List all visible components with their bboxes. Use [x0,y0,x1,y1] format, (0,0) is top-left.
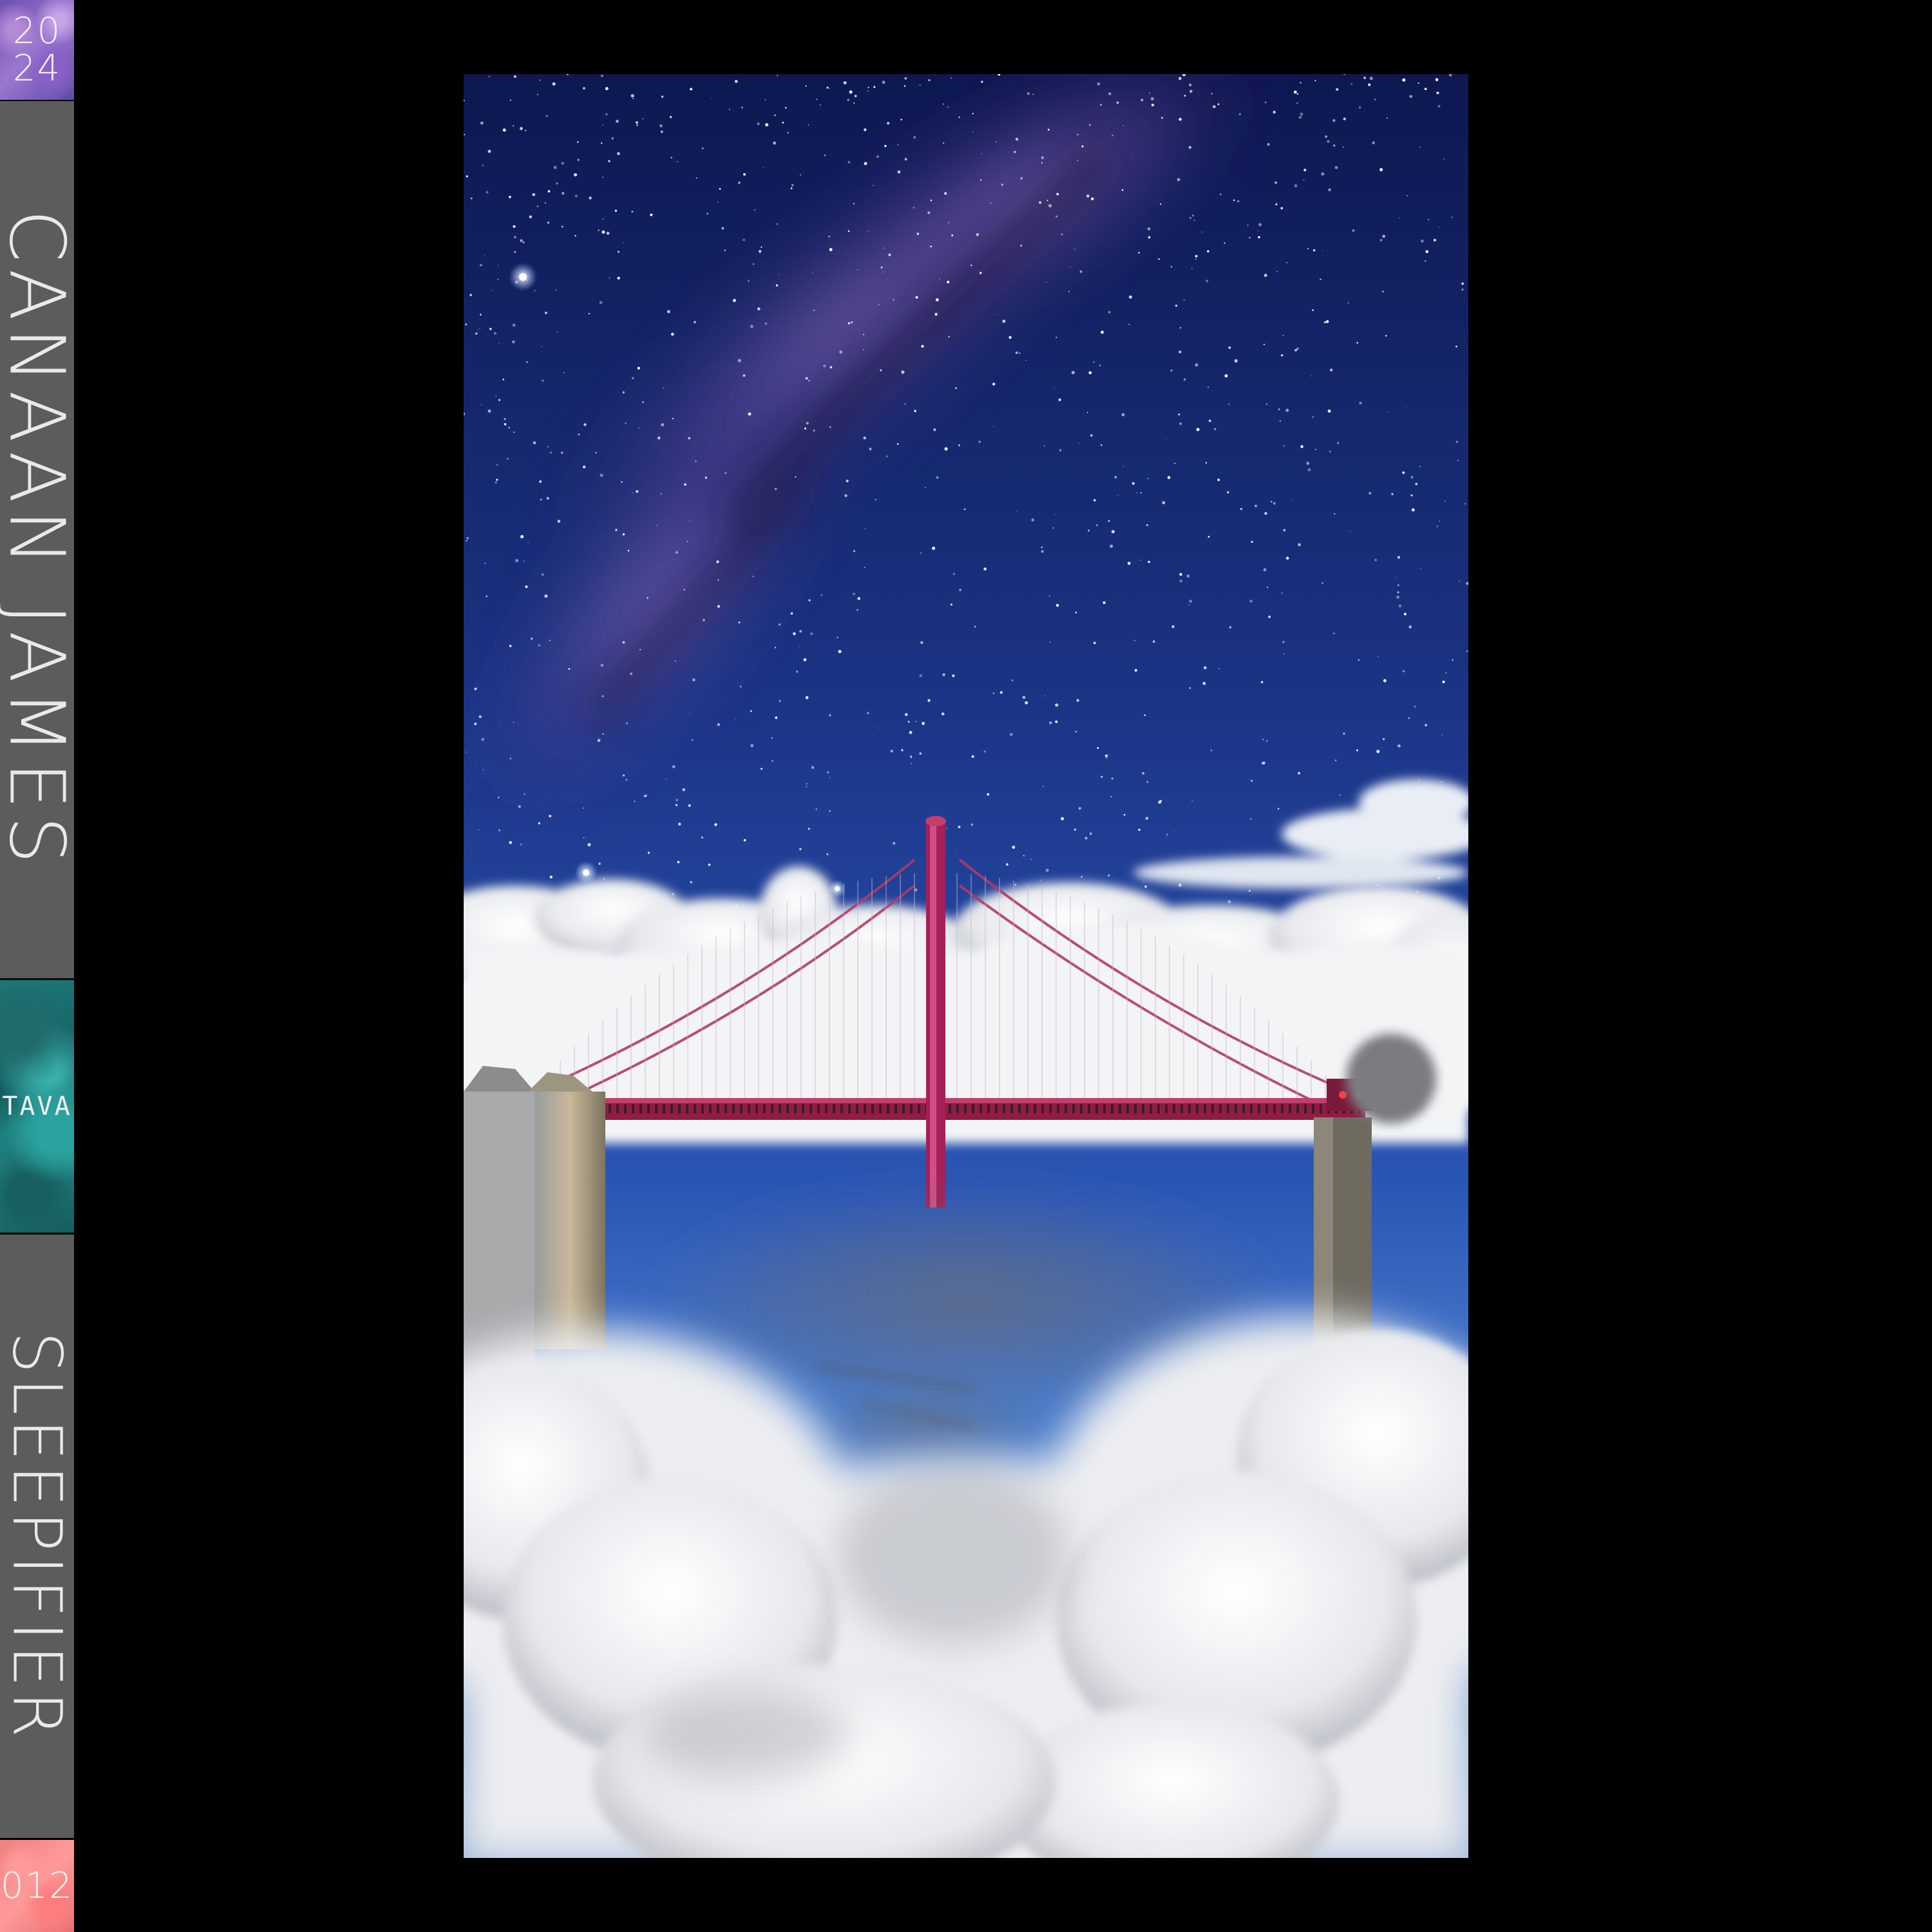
label-name: TAVA [2,1092,72,1121]
year-bottom-text: 24 [12,47,62,90]
year-tile: 20 24 [0,0,74,100]
album-title: SLEEPIFIER [0,1331,74,1742]
catalog-number: 012 [1,1865,73,1907]
artist-name: CANAAN JAMES [0,209,74,871]
artist-tile: CANAAN JAMES [0,101,74,978]
title-tile: SLEEPIFIER [0,1235,74,1838]
year-top-text: 20 [12,10,62,52]
artwork-illustration [464,74,1468,1858]
label-tile: TAVA [0,980,74,1233]
cover-artwork [464,74,1468,1858]
catalog-tile: 012 [0,1840,74,1932]
album-spine: 20 24 CANAAN JAMES TAVA SLEEPIFIER 012 [0,0,74,1932]
